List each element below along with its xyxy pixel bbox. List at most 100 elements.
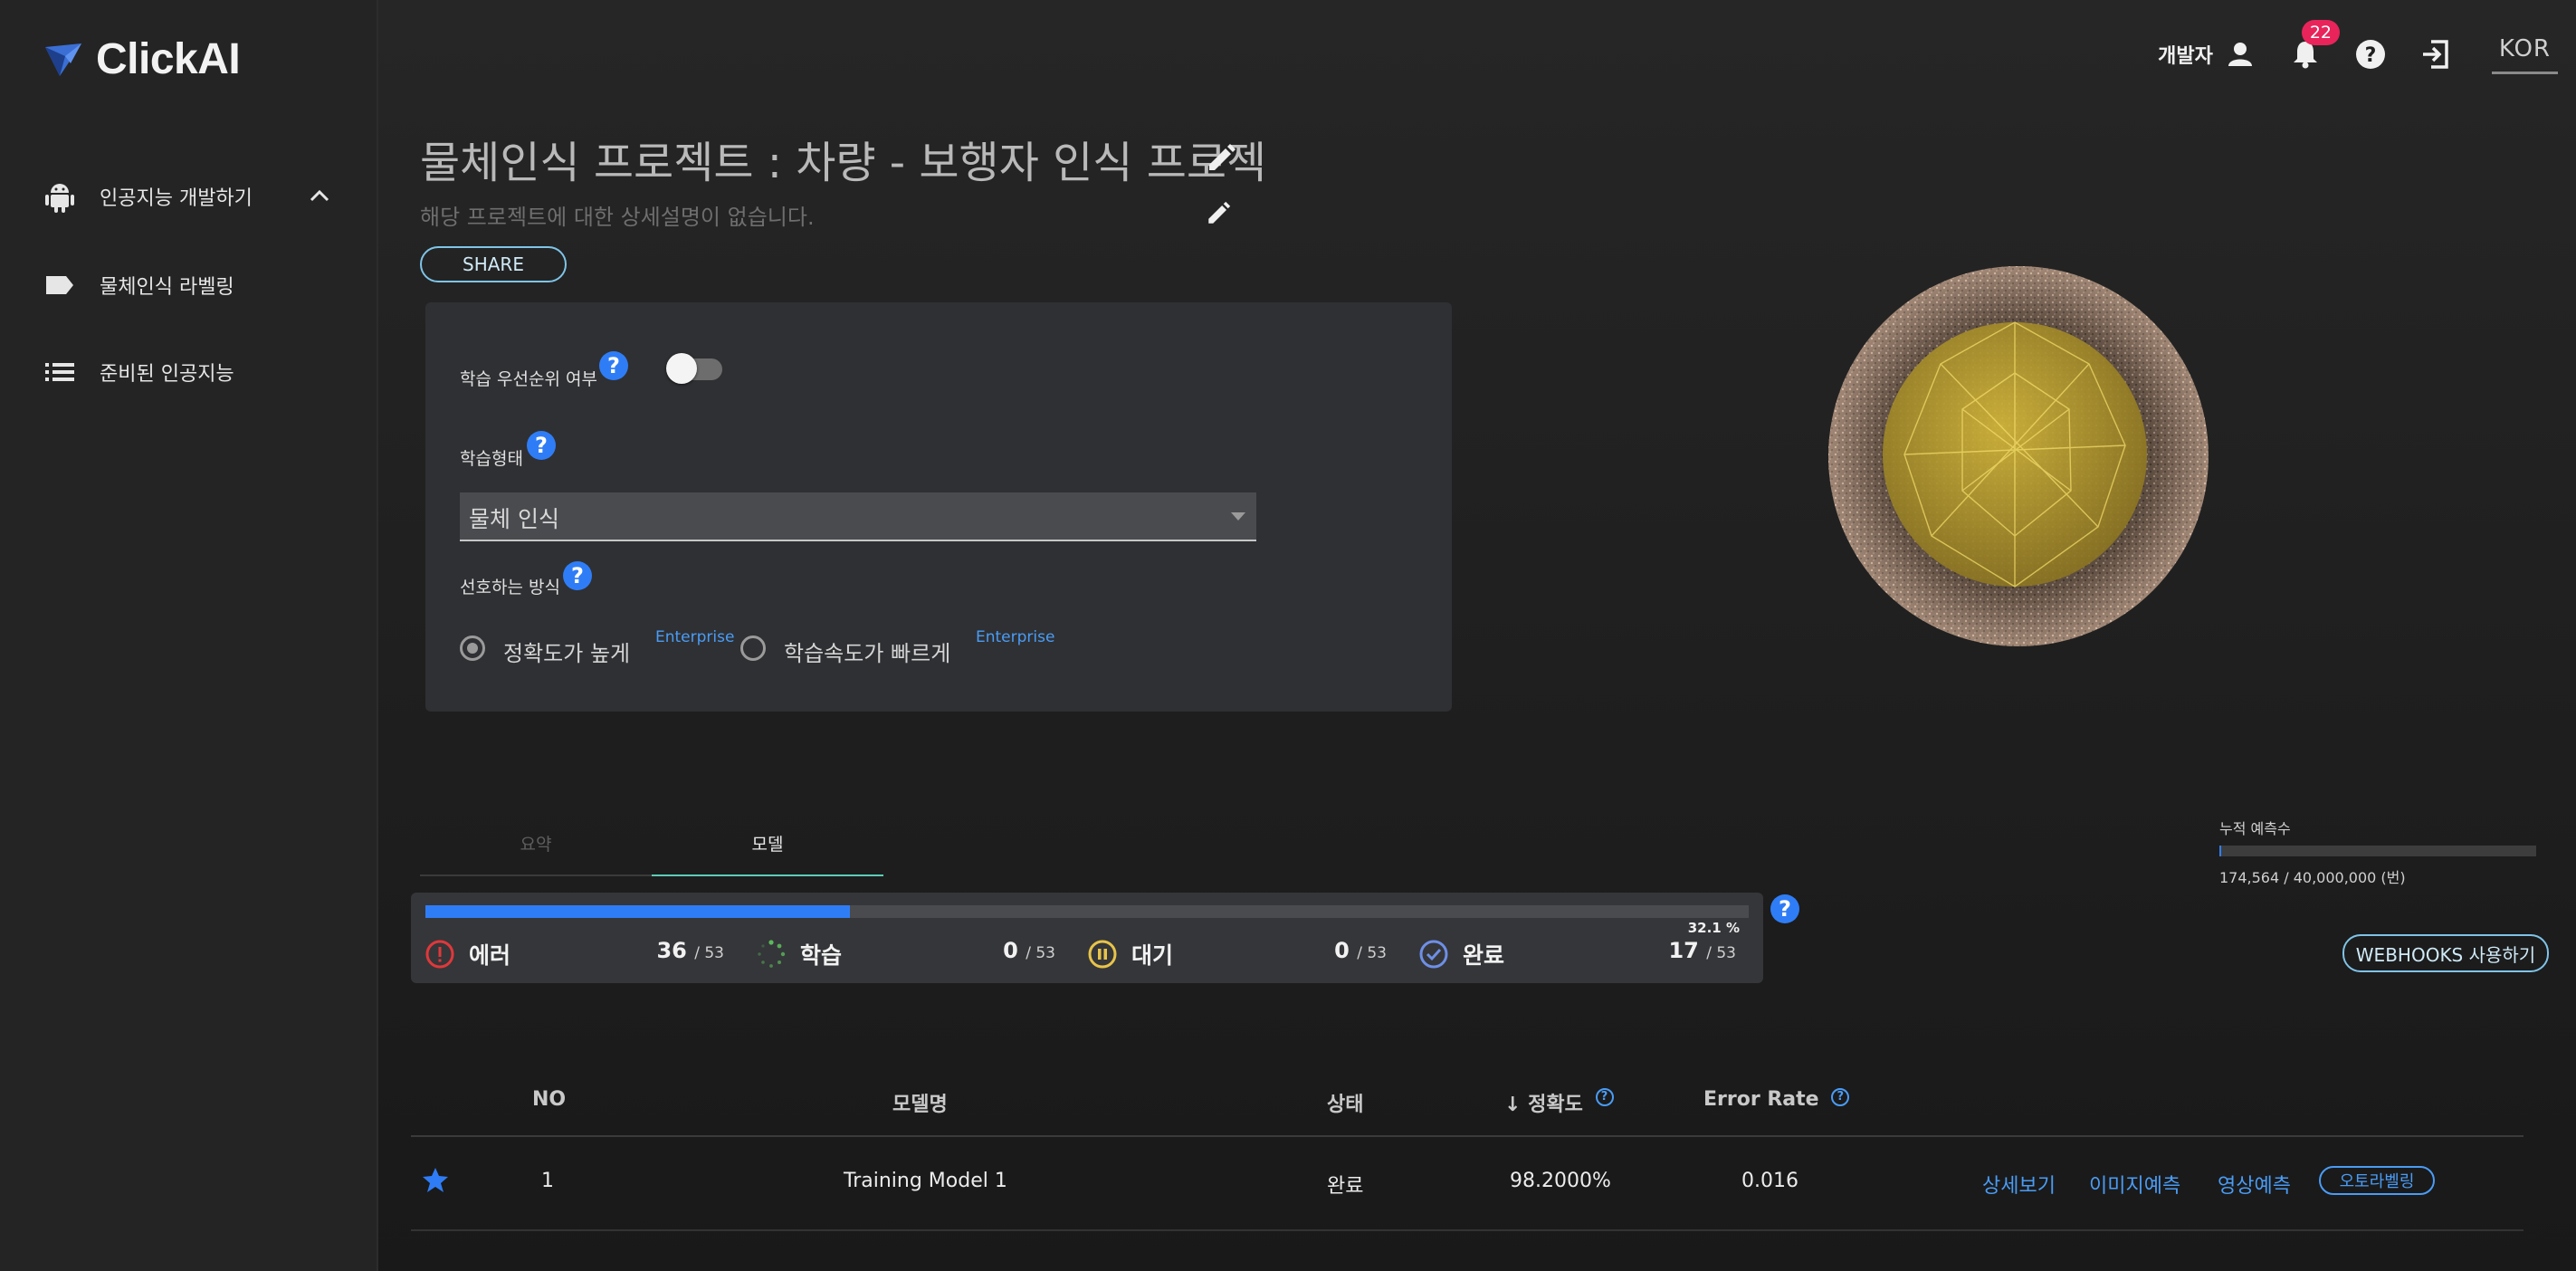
row-status: 완료 [1327,1175,1364,1198]
app-name: ClickAI [96,35,241,83]
row-no: 1 [541,1170,554,1192]
error-icon [425,940,454,969]
col-accuracy[interactable]: ↓ 정확도 ? [1504,1088,1614,1117]
notification-count-badge: 22 [2301,20,2341,45]
status-name: 에러 [469,942,511,969]
app-logo[interactable]: ClickAI [43,34,241,84]
col-no: NO [532,1088,567,1111]
row-error-rate: 0.016 [1741,1170,1798,1192]
video-predict-link[interactable]: 영상예측 [2218,1170,2291,1199]
usage-progress-fill [2219,846,2222,856]
status-training-count: 0 / 53 [1003,938,1055,963]
image-predict-link[interactable]: 이미지예측 [2089,1170,2180,1199]
sidebar-item-labeling[interactable]: 물체인식 라벨링 [43,263,234,308]
status-complete-count: 17 / 53 [1668,938,1736,963]
tab-summary[interactable]: 요약 [420,831,652,855]
sidebar-item-label: 준비된 인공지능 [100,363,234,386]
preference-help-icon[interactable]: ? [563,561,592,590]
training-type-help-icon[interactable]: ? [527,431,556,460]
row-accuracy: 98.2000% [1510,1170,1611,1192]
list-icon [43,356,76,388]
sort-arrow-down-icon: ↓ [1504,1094,1522,1116]
status-name: 대기 [1131,942,1174,969]
priority-help-icon[interactable]: ? [599,351,628,380]
share-button[interactable]: SHARE [420,246,567,282]
webhooks-button[interactable]: WEBHOOKS 사용하기 [2342,934,2549,972]
training-type-value: 물체 인식 [469,506,559,532]
table-row[interactable]: 1 Training Model 1 완료 98.2000% 0.016 상세보… [411,1137,2524,1231]
notification-bell-button[interactable]: 22 [2285,20,2341,74]
status-name: 학습 [800,942,843,969]
training-settings-card: 학습 우선순위 여부 ? 학습형태 ? 물체 인식 선호하는 방식 ? 정확도가… [425,302,1452,712]
status-error-count: 36 / 53 [656,938,724,963]
logout-icon[interactable] [2416,34,2456,74]
usage-progress-bar [2219,846,2536,856]
count-total: / 53 [1026,944,1055,962]
training-status-panel: 32.1 % 에러 36 / 53 학습 0 / 53 대기 0 / 53 완료… [411,893,1763,983]
svg-text:?: ? [2364,44,2376,67]
accuracy-header-label: 정확도 [1528,1094,1583,1116]
sidebar-item-prepared-ai[interactable]: 준비된 인공지능 [43,349,234,395]
project-description: 해당 프로젝트에 대한 상세설명이 없습니다. [420,205,815,230]
status-training[interactable]: 학습 [757,936,842,972]
accuracy-radio[interactable] [460,636,485,661]
count-total: / 53 [1357,944,1387,962]
error-rate-help-icon[interactable]: ? [1831,1088,1850,1106]
training-type-label: 학습형태 [460,449,523,469]
count-total: / 53 [1706,944,1736,962]
auto-labeling-button[interactable]: 오토라벨링 [2319,1166,2435,1195]
count-value: 17 [1668,938,1699,963]
count-value: 0 [1003,938,1018,963]
count-total: / 53 [694,944,724,962]
count-value: 0 [1334,938,1350,963]
chevron-up-icon[interactable] [310,188,329,205]
accuracy-option-label[interactable]: 정확도가 높게 [503,636,630,667]
star-icon[interactable] [422,1166,449,1199]
caret-down-icon [1231,512,1245,521]
help-circle-icon[interactable]: ? [2351,34,2390,74]
detail-view-link[interactable]: 상세보기 [1982,1170,2056,1199]
status-complete[interactable]: 완료 [1419,936,1504,972]
spinner-icon [758,940,786,968]
check-circle-icon [1419,940,1448,969]
enterprise-tag: Enterprise [976,628,1055,646]
sidebar: ClickAI 인공지능 개발하기 물체인식 라벨링 준비된 인공지능 [0,0,378,1271]
status-waiting[interactable]: 대기 [1088,936,1173,972]
training-type-select[interactable]: 물체 인식 [460,492,1256,541]
project-tabs: 요약 모델 [420,818,883,876]
sidebar-item-label: 물체인식 라벨링 [100,276,234,299]
person-icon[interactable] [2220,34,2260,74]
row-model-name: Training Model 1 [844,1170,1007,1192]
training-progress-track [425,905,1749,918]
pause-icon [1088,940,1117,969]
usage-label: 누적 예측수 [2219,820,2291,837]
language-selector[interactable]: KOR [2491,35,2558,74]
usage-count: 174,564 / 40,000,000 (번) [2219,869,2406,886]
status-name: 완료 [1463,942,1505,969]
training-progress-percent: 32.1 % [1687,920,1740,936]
priority-label: 학습 우선순위 여부 [460,369,597,389]
android-icon [43,180,76,213]
status-error[interactable]: 에러 [425,936,510,972]
col-status: 상태 [1327,1094,1364,1116]
priority-toggle[interactable] [666,353,722,384]
speed-option-label[interactable]: 학습속도가 빠르게 [784,636,950,667]
topbar: 개발자 22 ? KOR [2158,20,2558,76]
toggle-knob [666,353,697,384]
edit-title-pencil-icon[interactable] [1206,143,1236,177]
error-rate-header-label: Error Rate [1703,1088,1819,1111]
edit-description-pencil-icon[interactable] [1206,201,1231,230]
accuracy-help-icon[interactable]: ? [1595,1088,1614,1106]
col-error-rate: Error Rate ? [1703,1088,1850,1111]
active-tab-indicator [652,874,883,876]
preference-label: 선호하는 방식 [460,578,560,597]
status-waiting-count: 0 / 53 [1334,938,1387,963]
speed-radio[interactable] [740,636,766,661]
label-tag-icon [43,269,76,301]
tab-model[interactable]: 모델 [652,831,883,855]
sidebar-item-develop-ai[interactable]: 인공지능 개발하기 [43,174,329,219]
status-help-icon[interactable]: ? [1770,894,1799,923]
count-value: 36 [656,938,687,963]
user-role-label[interactable]: 개발자 [2158,40,2213,69]
sidebar-item-label: 인공지능 개발하기 [100,187,253,210]
